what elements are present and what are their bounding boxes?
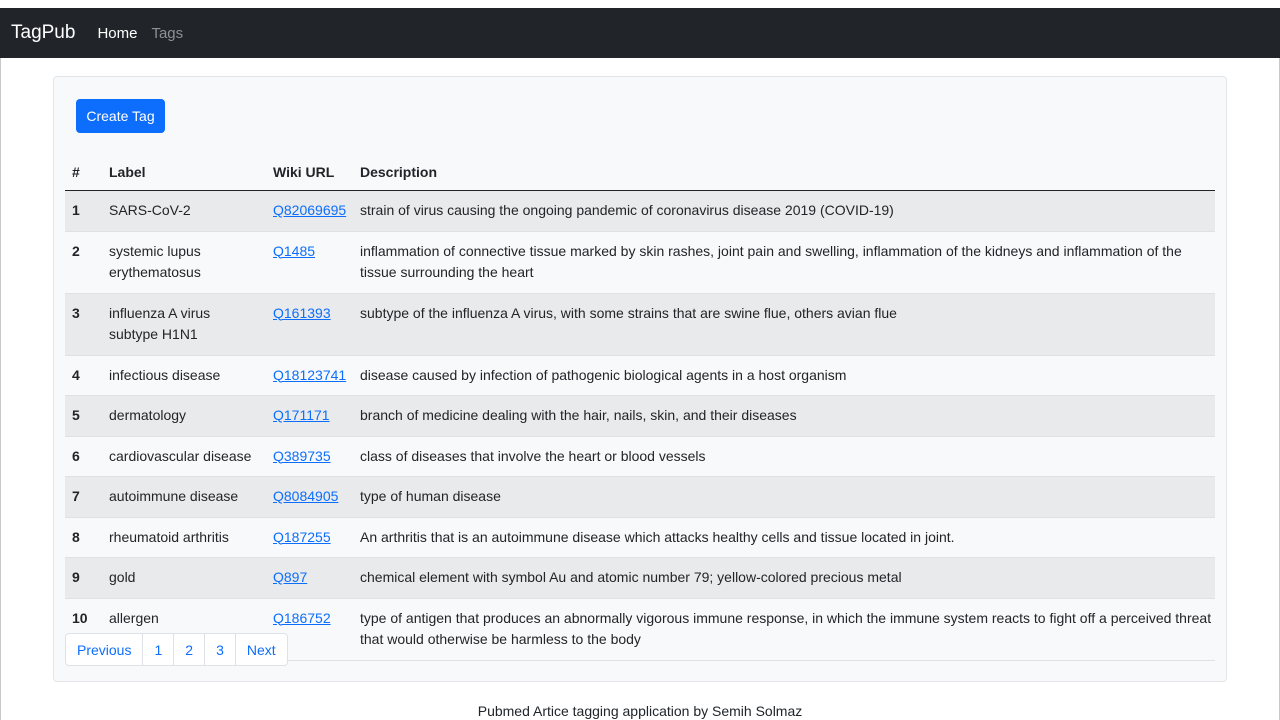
top-gap	[0, 0, 1280, 8]
wiki-link[interactable]: Q897	[273, 569, 307, 585]
row-label: gold	[102, 557, 266, 599]
row-label: dermatology	[102, 395, 266, 437]
row-label: infectious disease	[102, 355, 266, 396]
header-wiki-url: Wiki URL	[266, 154, 353, 191]
create-tag-button[interactable]: Create Tag	[76, 99, 165, 133]
row-number: 3	[65, 293, 102, 356]
row-wiki-cell: Q8084905	[266, 476, 353, 518]
tags-card: Create Tag # Label Wiki URL Description …	[53, 76, 1227, 682]
row-wiki-cell: Q897	[266, 557, 353, 599]
wiki-link[interactable]: Q1485	[273, 243, 315, 259]
table-header: # Label Wiki URL Description	[65, 154, 1215, 191]
footer-text: Pubmed Artice tagging application by Sem…	[477, 703, 803, 719]
pagination-page-1[interactable]: 1	[142, 633, 175, 666]
wiki-link[interactable]: Q171171	[273, 407, 330, 423]
app-window: TagPub Home Tags Create Tag # Label Wiki…	[0, 0, 1280, 720]
row-number: 9	[65, 557, 102, 599]
row-label: cardiovascular disease	[102, 436, 266, 477]
row-number: 2	[65, 231, 102, 294]
row-description: disease caused by infection of pathogeni…	[353, 355, 1215, 396]
table-row: 2 systemic lupus erythematosus Q1485 inf…	[65, 231, 1215, 294]
pagination-next[interactable]: Next	[234, 633, 288, 666]
brand-logo-text[interactable]: TagPub	[11, 22, 75, 44]
row-wiki-cell: Q18123741	[266, 355, 353, 396]
wiki-link[interactable]: Q161393	[273, 305, 331, 321]
row-description: strain of virus causing the ongoing pand…	[353, 190, 1215, 232]
table-body: 1 SARS-CoV-2 Q82069695 strain of virus c…	[65, 190, 1215, 661]
header-row: # Label Wiki URL Description	[65, 154, 1215, 191]
row-wiki-cell: Q187255	[266, 517, 353, 558]
wiki-link[interactable]: Q389735	[273, 448, 331, 464]
row-label: rheumatoid arthritis	[102, 517, 266, 558]
row-label: influenza A virus subtype H1N1	[102, 293, 266, 356]
table-row: 7 autoimmune disease Q8084905 type of hu…	[65, 476, 1215, 518]
row-label: SARS-CoV-2	[102, 190, 266, 232]
table-row: 3 influenza A virus subtype H1N1 Q161393…	[65, 293, 1215, 356]
row-number: 4	[65, 355, 102, 396]
table-row: 6 cardiovascular disease Q389735 class o…	[65, 436, 1215, 477]
tags-table: # Label Wiki URL Description 1 SARS-CoV-…	[65, 154, 1215, 661]
pagination-page-3[interactable]: 3	[204, 633, 236, 666]
row-wiki-cell: Q389735	[266, 436, 353, 477]
nav-link-tags[interactable]: Tags	[151, 25, 183, 42]
wiki-link[interactable]: Q8084905	[273, 488, 338, 504]
pagination: Previous 1 2 3 Next	[65, 633, 288, 666]
table-row: 4 infectious disease Q18123741 disease c…	[65, 355, 1215, 396]
wiki-link[interactable]: Q186752	[273, 610, 331, 626]
header-description: Description	[353, 154, 1215, 191]
navbar: TagPub Home Tags	[0, 8, 1280, 58]
pagination-previous[interactable]: Previous	[65, 633, 144, 666]
header-number: #	[65, 154, 102, 191]
table-row: 9 gold Q897 chemical element with symbol…	[65, 557, 1215, 599]
header-label: Label	[102, 154, 266, 191]
table-row: 1 SARS-CoV-2 Q82069695 strain of virus c…	[65, 190, 1215, 232]
pagination-page-2[interactable]: 2	[173, 633, 206, 666]
row-number: 8	[65, 517, 102, 558]
row-description: inflammation of connective tissue marked…	[353, 231, 1215, 294]
table-row: 5 dermatology Q171171 branch of medicine…	[65, 395, 1215, 437]
row-description: branch of medicine dealing with the hair…	[353, 395, 1215, 437]
table-row: 8 rheumatoid arthritis Q187255 An arthri…	[65, 517, 1215, 558]
row-description: chemical element with symbol Au and atom…	[353, 557, 1215, 599]
row-wiki-cell: Q1485	[266, 231, 353, 294]
row-description: An arthritis that is an autoimmune disea…	[353, 517, 1215, 558]
nav-link-home[interactable]: Home	[97, 25, 137, 42]
row-description: type of human disease	[353, 476, 1215, 518]
row-number: 5	[65, 395, 102, 437]
row-number: 7	[65, 476, 102, 518]
row-wiki-cell: Q171171	[266, 395, 353, 437]
row-label: autoimmune disease	[102, 476, 266, 518]
left-border	[0, 58, 1, 720]
wiki-link[interactable]: Q18123741	[273, 367, 346, 383]
row-description: class of diseases that involve the heart…	[353, 436, 1215, 477]
row-number: 1	[65, 190, 102, 232]
row-wiki-cell: Q82069695	[266, 190, 353, 232]
row-wiki-cell: Q161393	[266, 293, 353, 356]
row-description: subtype of the influenza A virus, with s…	[353, 293, 1215, 356]
row-description: type of antigen that produces an abnorma…	[353, 598, 1215, 661]
wiki-link[interactable]: Q82069695	[273, 202, 346, 218]
row-label: systemic lupus erythematosus	[102, 231, 266, 294]
row-number: 6	[65, 436, 102, 477]
wiki-link[interactable]: Q187255	[273, 529, 331, 545]
